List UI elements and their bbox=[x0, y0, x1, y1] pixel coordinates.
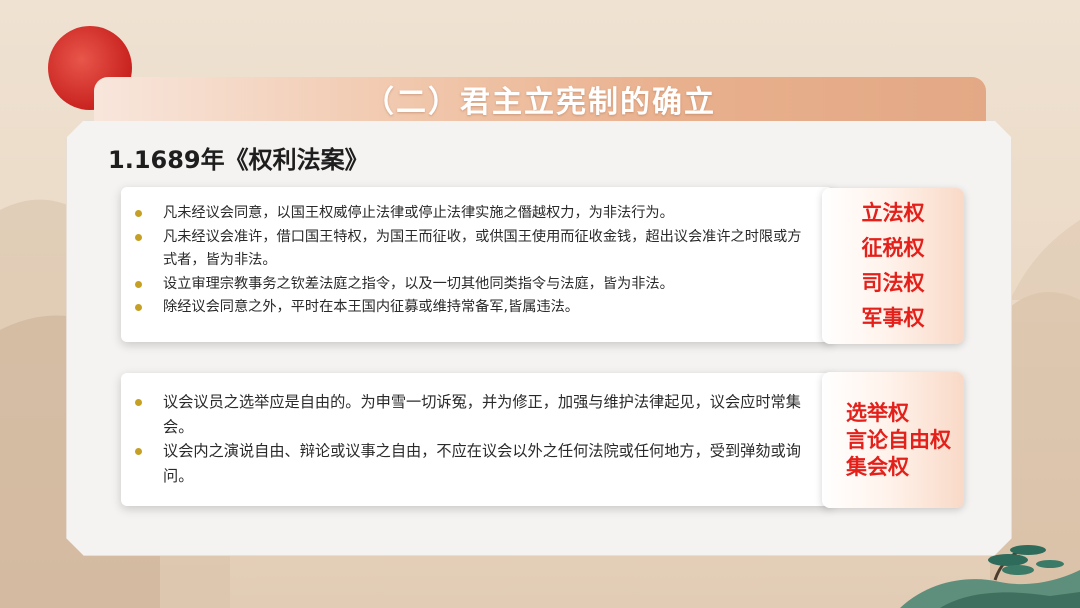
bullet-dot-icon bbox=[135, 399, 142, 406]
provisions-list-1: 凡未经议会同意，以国王权威停止法律或停止法律实施之僭越权力，为非法行为。 凡未经… bbox=[135, 202, 815, 320]
list-item: 议会议员之选举应是自由的。为申雪一切诉冤，并为修正，加强与维护法律起见，议会应时… bbox=[135, 390, 805, 439]
bullet-dot-icon bbox=[135, 233, 142, 241]
rights-box-2: 选举权 言论自由权 集会权 bbox=[822, 372, 964, 508]
title-bar: （二）君主立宪制的确立 bbox=[94, 77, 986, 121]
bullet-dot-icon bbox=[135, 280, 142, 288]
pine-tree-decoration bbox=[900, 545, 1080, 608]
provisions-list-2: 议会议员之选举应是自由的。为申雪一切诉冤，并为修正，加强与维护法律起见，议会应时… bbox=[135, 390, 805, 488]
right-election: 选举权 bbox=[846, 400, 909, 425]
list-item: 议会内之演说自由、辩论或议事之自由，不应在议会以外之任何法院或任何地方，受到弹劾… bbox=[135, 439, 805, 488]
bullet-dot-icon bbox=[135, 448, 142, 455]
rights-box-1: 立法权 征税权 司法权 军事权 bbox=[822, 188, 964, 344]
right-free-speech: 言论自由权 bbox=[846, 427, 951, 452]
list-item: 设立审理宗教事务之钦差法庭之指令，以及一切其他同类指令与法庭，皆为非法。 bbox=[135, 273, 815, 297]
slide-title: （二）君主立宪制的确立 bbox=[364, 85, 716, 120]
provisions-card-1: 凡未经议会同意，以国王权威停止法律或停止法律实施之僭越权力，为非法行为。 凡未经… bbox=[121, 187, 833, 342]
list-item: 凡未经议会同意，以国王权威停止法律或停止法律实施之僭越权力，为非法行为。 bbox=[135, 202, 815, 226]
right-taxation: 征税权 bbox=[861, 236, 925, 260]
right-judicial: 司法权 bbox=[861, 271, 925, 295]
list-item-text: 除经议会同意之外，平时在本王国内征募或维持常备军,皆属违法。 bbox=[163, 299, 579, 315]
list-item-text: 凡未经议会同意，以国王权威停止法律或停止法律实施之僭越权力，为非法行为。 bbox=[163, 205, 674, 221]
list-item-text: 议会议员之选举应是自由的。为申雪一切诉冤，并为修正，加强与维护法律起见，议会应时… bbox=[163, 393, 801, 436]
right-legislative: 立法权 bbox=[861, 201, 925, 225]
provisions-card-2: 议会议员之选举应是自由的。为申雪一切诉冤，并为修正，加强与维护法律起见，议会应时… bbox=[121, 373, 833, 506]
list-item-text: 议会内之演说自由、辩论或议事之自由，不应在议会以外之任何法院或任何地方，受到弹劾… bbox=[163, 442, 801, 485]
bullet-dot-icon bbox=[135, 304, 142, 311]
right-military: 军事权 bbox=[861, 306, 925, 330]
list-item: 除经议会同意之外，平时在本王国内征募或维持常备军,皆属违法。 bbox=[135, 296, 815, 320]
section-heading: 1.1689年《权利法案》 bbox=[108, 146, 369, 174]
right-assembly: 集会权 bbox=[846, 454, 909, 479]
list-item-text: 设立审理宗教事务之钦差法庭之指令，以及一切其他同类指令与法庭，皆为非法。 bbox=[163, 275, 674, 292]
list-item: 凡未经议会准许，借口国王特权，为国王而征收，或供国王使用而征收金钱，超出议会准许… bbox=[135, 226, 815, 273]
bullet-dot-icon bbox=[135, 210, 142, 217]
list-item-text: 凡未经议会准许，借口国王特权，为国王而征收，或供国王使用而征收金钱，超出议会准许… bbox=[163, 228, 802, 269]
